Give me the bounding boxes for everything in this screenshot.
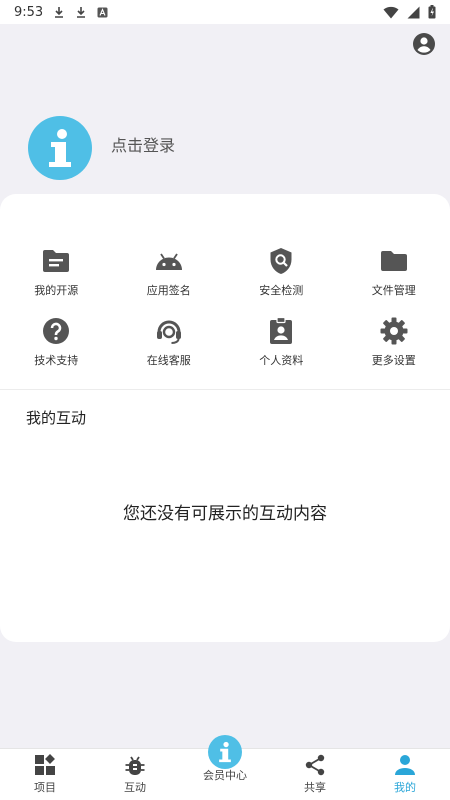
nav-label: 我的 [394,781,416,794]
grid-item-tech-support[interactable]: 技术支持 [0,316,113,370]
status-time: 9:53 [14,4,44,20]
signal-icon [407,6,420,19]
gear-icon [379,316,409,346]
grid-item-label: 更多设置 [371,354,416,367]
nav-label: 会员中心 [203,769,247,782]
account-circle-icon[interactable] [412,32,436,56]
grid-item-label: 我的开源 [34,284,79,297]
person-icon [393,753,417,777]
download-icon [75,6,87,18]
folder-icon [379,246,409,276]
grid-item-label: 个人资料 [259,354,304,367]
section-title-interaction: 我的互动 [26,409,87,427]
android-icon [154,246,184,276]
status-left: 9:53 [14,5,108,20]
nav-item-interaction[interactable]: 互动 [90,749,180,800]
bottom-nav: 项目 互动 会员中心 共享 我的 [0,735,450,800]
status-right [383,5,436,19]
nav-item-member-center[interactable]: 会员中心 [180,735,270,800]
bug-icon [123,753,147,777]
info-logo-icon [208,735,242,769]
grid-item-online-service[interactable]: 在线客服 [113,316,226,370]
folder-doc-icon [41,246,71,276]
app-store-icon [97,7,108,18]
shield-search-icon [266,246,296,276]
battery-icon [428,5,436,19]
download-icon [53,6,65,18]
info-logo-icon [49,129,71,167]
share-icon [303,753,327,777]
divider [0,389,450,390]
grid-item-label: 技术支持 [34,354,79,367]
grid-icon [33,753,57,777]
help-icon [41,316,71,346]
status-bar: 9:53 [0,0,450,24]
wifi-icon [383,6,399,19]
grid-item-personal-info[interactable]: 个人资料 [225,316,338,370]
grid-item-security-check[interactable]: 安全检测 [225,246,338,300]
login-prompt[interactable]: 点击登录 [111,132,175,156]
grid-item-more-settings[interactable]: 更多设置 [338,316,450,370]
nav-item-projects[interactable]: 项目 [0,749,90,800]
grid-item-label: 应用签名 [146,284,191,297]
nav-label: 项目 [34,781,56,794]
grid-item-label: 安全检测 [259,284,304,297]
main-card: 我的开源 应用签名 安全检测 文件管理 技术支持 在线客服 个人资料 更多设置 … [0,194,450,642]
nav-item-mine[interactable]: 我的 [360,749,450,800]
nav-label: 互动 [124,781,146,794]
grid-item-app-signing[interactable]: 应用签名 [113,246,226,300]
nav-label: 共享 [304,781,326,794]
nav-item-share[interactable]: 共享 [270,749,360,800]
grid-item-file-manager[interactable]: 文件管理 [338,246,450,300]
grid-item-label: 在线客服 [146,354,191,367]
grid-item-label: 文件管理 [371,284,416,297]
headset-icon [154,316,184,346]
grid-item-open-source[interactable]: 我的开源 [0,246,113,300]
id-badge-icon [266,316,296,346]
empty-state-message: 您还没有可展示的互动内容 [123,504,327,524]
feature-grid: 我的开源 应用签名 安全检测 文件管理 技术支持 在线客服 个人资料 更多设置 [0,246,450,370]
avatar[interactable] [28,116,92,180]
